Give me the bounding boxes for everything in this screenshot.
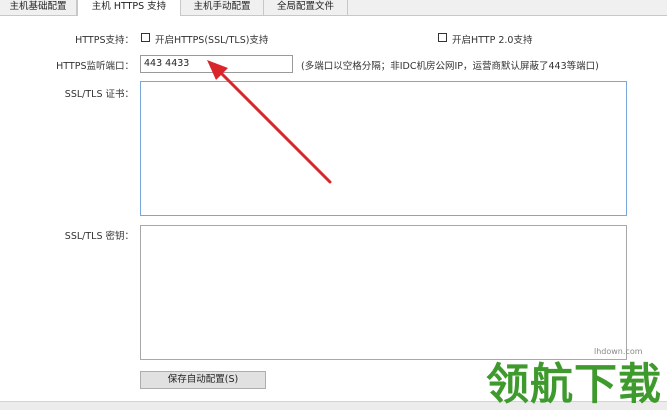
watermark-text: 领航下载	[486, 360, 662, 410]
watermark-logo: 领航下载 lhdown.com	[486, 347, 667, 410]
watermark-url: lhdown.com	[594, 347, 643, 356]
